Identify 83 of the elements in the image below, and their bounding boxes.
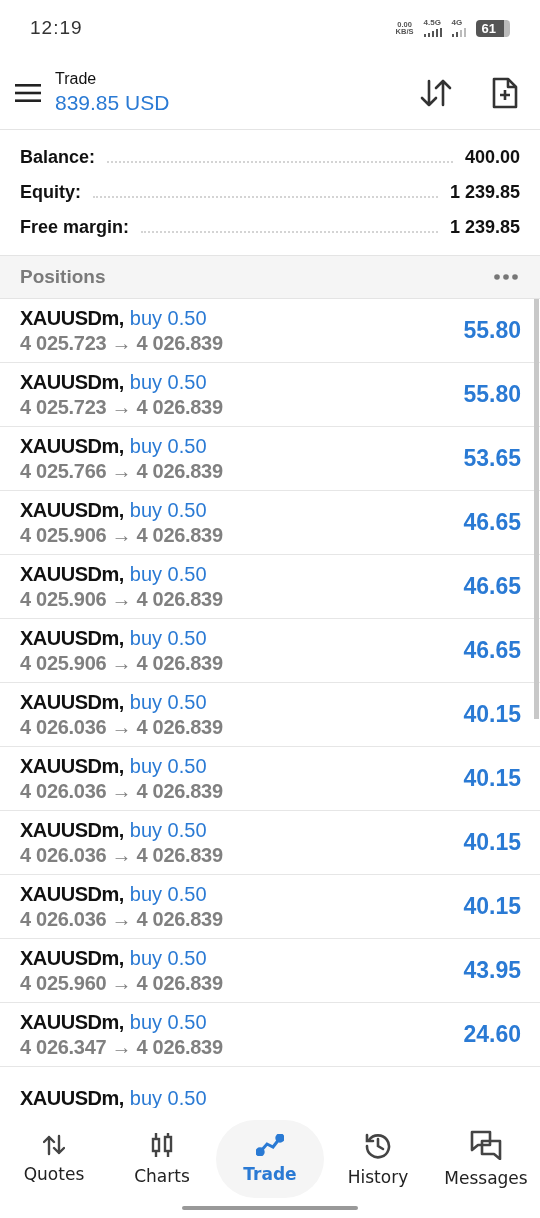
nav-tab[interactable]: Trade xyxy=(216,1120,324,1198)
position-row[interactable]: XAUUSDm, buy 0.50 4 025.960 → 4 026.839 43.95 xyxy=(0,939,540,1003)
messages-icon xyxy=(470,1130,502,1160)
position-side: buy 0.50 xyxy=(129,818,207,842)
position-row[interactable]: XAUUSDm, buy 0.50 4 026.036 → 4 026.839 40.15 xyxy=(0,811,540,875)
network-label: 4.5G xyxy=(423,19,442,27)
position-symbol: XAUUSDm, xyxy=(20,882,124,906)
battery-indicator: 61 xyxy=(475,19,510,37)
screen-title: Trade xyxy=(55,70,98,88)
position-profit: 55.80 xyxy=(463,317,521,344)
position-symbol: XAUUSDm, xyxy=(20,946,124,970)
position-side: buy 0.50 xyxy=(129,562,207,586)
trend-line-icon xyxy=(256,1134,284,1156)
position-profit: 55.80 xyxy=(463,381,521,408)
position-prices: 4 025.723 → 4 026.839 xyxy=(20,395,223,419)
position-prices: 4 025.906 → 4 026.839 xyxy=(20,651,223,675)
summary-label: Free margin: xyxy=(20,217,130,238)
position-symbol: XAUUSDm, xyxy=(20,754,124,778)
nav-tab[interactable]: Charts xyxy=(108,1120,216,1198)
section-title: Positions xyxy=(20,266,106,288)
signal-icon xyxy=(451,28,466,37)
position-side: buy 0.50 xyxy=(129,498,207,522)
summary-label: Balance: xyxy=(20,147,96,168)
position-symbol: XAUUSDm, xyxy=(20,1087,124,1108)
position-symbol: XAUUSDm, xyxy=(20,306,124,330)
position-symbol: XAUUSDm, xyxy=(20,370,124,394)
signal-icon xyxy=(423,28,442,37)
new-order-icon[interactable] xyxy=(492,76,518,109)
position-profit: 40.15 xyxy=(463,829,521,856)
position-profit: 53.65 xyxy=(463,445,521,472)
menu-icon[interactable] xyxy=(15,83,41,102)
position-row[interactable]: XAUUSDm, buy 0.50 4 026.347 → 4 026.839 24.60 xyxy=(0,1003,540,1067)
position-profit: 24.60 xyxy=(463,1021,521,1048)
nav-tab[interactable]: Quotes xyxy=(0,1120,108,1198)
position-prices: 4 025.906 → 4 026.839 xyxy=(20,523,223,547)
arrows-icon xyxy=(43,1134,65,1156)
position-side: buy 0.50 xyxy=(129,882,207,906)
position-side: buy 0.50 xyxy=(129,754,207,778)
position-symbol: XAUUSDm, xyxy=(20,562,124,586)
position-prices: 4 026.347 → 4 026.839 xyxy=(20,1035,223,1059)
position-symbol: XAUUSDm, xyxy=(20,498,124,522)
position-prices: 4 025.960 → 4 026.839 xyxy=(20,971,223,995)
position-symbol: XAUUSDm, xyxy=(20,1010,124,1034)
position-symbol: XAUUSDm, xyxy=(20,626,124,650)
position-prices: 4 026.036 → 4 026.839 xyxy=(20,715,223,739)
nav-tab[interactable]: History xyxy=(324,1120,432,1198)
summary-value: 400.00 xyxy=(464,147,520,168)
position-profit: 40.15 xyxy=(463,893,521,920)
candlestick-icon xyxy=(151,1132,173,1158)
summary-label: Equity: xyxy=(20,182,81,203)
position-symbol: XAUUSDm, xyxy=(20,818,124,842)
position-symbol: XAUUSDm, xyxy=(20,434,124,458)
summary-value: 1 239.85 xyxy=(449,182,520,203)
position-prices: 4 026.036 → 4 026.839 xyxy=(20,779,223,803)
history-icon xyxy=(364,1131,392,1159)
position-profit: 46.65 xyxy=(463,509,521,536)
status-time: 12:19 xyxy=(30,17,83,39)
account-balance: 839.85 USD xyxy=(55,91,171,115)
nav-tab[interactable]: Messages xyxy=(432,1120,540,1198)
position-side: buy 0.50 xyxy=(129,946,207,970)
position-prices: 4 025.906 → 4 026.839 xyxy=(20,587,223,611)
position-profit: 46.65 xyxy=(463,637,521,664)
sort-icon[interactable] xyxy=(420,78,452,107)
position-prices: 4 026.036 → 4 026.839 xyxy=(20,843,223,867)
position-prices: 4 025.723 → 4 026.839 xyxy=(20,331,223,355)
summary-value: 1 239.85 xyxy=(449,217,520,238)
position-row[interactable]: XAUUSDm, buy 0.50 4 026.036 → 4 026.839 40.15 xyxy=(0,747,540,811)
position-side: buy 0.50 xyxy=(129,370,207,394)
position-symbol: XAUUSDm, xyxy=(20,690,124,714)
more-icon[interactable] xyxy=(494,274,518,280)
network-label: 4G xyxy=(451,19,464,27)
position-side: buy 0.50 xyxy=(129,626,207,650)
position-profit: 40.15 xyxy=(463,765,521,792)
position-row[interactable]: XAUUSDm, buy 0.50 4 026.036 → 4 026.839 40.15 xyxy=(0,875,540,939)
position-side: buy 0.50 xyxy=(129,434,207,458)
position-profit: 40.15 xyxy=(463,701,521,728)
position-side: buy 0.50 xyxy=(129,306,207,330)
position-profit: 43.95 xyxy=(463,957,521,984)
position-prices: 4 026.036 → 4 026.839 xyxy=(20,907,223,931)
position-prices: 4 025.766 → 4 026.839 xyxy=(20,459,223,483)
position-side: buy 0.50 xyxy=(129,690,207,714)
position-side: buy 0.50 xyxy=(129,1010,207,1034)
position-profit: 46.65 xyxy=(463,573,521,600)
